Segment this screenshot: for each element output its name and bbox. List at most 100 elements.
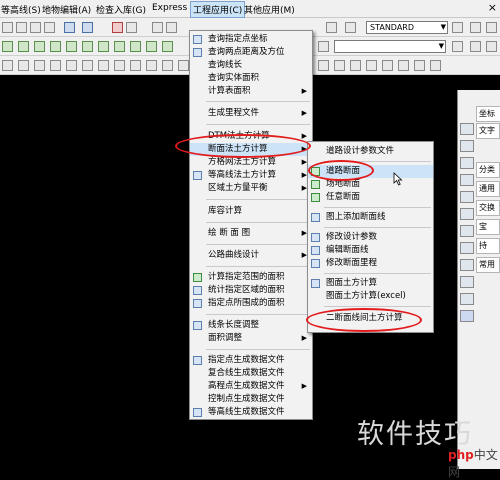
panel-tool-6-icon[interactable] xyxy=(460,208,474,220)
submenu-item-road-params[interactable]: 道路设计参数文件 xyxy=(308,145,433,158)
draw-tool-3-icon[interactable] xyxy=(34,41,45,52)
property-tool-8-icon[interactable] xyxy=(430,60,441,71)
modify-tool-9-icon[interactable] xyxy=(130,60,141,71)
menu-express[interactable]: Express xyxy=(152,3,187,13)
draw-tool-8-icon[interactable] xyxy=(114,41,125,52)
draw-tool-11-icon[interactable] xyxy=(162,41,173,52)
panel-item-category[interactable]: 分类 xyxy=(476,162,500,178)
panel-tool-7-icon[interactable] xyxy=(460,225,474,237)
panel-tool-1-icon[interactable] xyxy=(460,123,474,135)
modify-tool-12-icon[interactable] xyxy=(178,60,189,71)
table-style-icon[interactable] xyxy=(470,22,481,33)
style-manager-icon[interactable] xyxy=(452,22,463,33)
submenu-item-edit-section-line[interactable]: 编辑断面线 xyxy=(308,244,433,257)
submenu-item-edit-params[interactable]: 修改设计参数 xyxy=(308,231,433,244)
zoom-icon[interactable] xyxy=(2,22,13,33)
panel-item-text[interactable]: 文字 xyxy=(476,123,500,139)
submenu-item-map-earthwork[interactable]: 图面土方计算 xyxy=(308,277,433,290)
text-style-combo[interactable]: STANDARD ▼ xyxy=(366,21,448,34)
property-tool-2-icon[interactable] xyxy=(334,60,345,71)
menu-item-query-area[interactable]: 查询实体面积 xyxy=(190,72,312,85)
menu-item-contour-datafile[interactable]: 等高线生成数据文件 xyxy=(190,406,312,419)
menu-item-road-curve[interactable]: 公路曲线设计 ▶ xyxy=(190,249,312,262)
modify-tool-2-icon[interactable] xyxy=(18,60,29,71)
property-tool-1-icon[interactable] xyxy=(318,60,329,71)
menu-item-grid-earthwork[interactable]: 方格网法土方计算 ▶ xyxy=(190,156,312,169)
menu-item-contour-earthwork[interactable]: 等高线法土方计算 ▶ xyxy=(190,169,312,182)
move-icon[interactable] xyxy=(166,22,177,33)
menu-item-control-datafile[interactable]: 控制点生成数据文件 xyxy=(190,393,312,406)
draw-tool-7-icon[interactable] xyxy=(98,41,109,52)
modify-tool-10-icon[interactable] xyxy=(146,60,157,71)
zoom-out-icon[interactable] xyxy=(30,22,41,33)
modify-tool-4-icon[interactable] xyxy=(50,60,61,71)
modify-tool-1-icon[interactable] xyxy=(2,60,13,71)
pencil-icon[interactable] xyxy=(152,22,163,33)
menu-item-reservoir[interactable]: 库容计算 xyxy=(190,205,312,218)
menu-item-mileage-file[interactable]: 生成里程文件 ▶ xyxy=(190,107,312,120)
property-tool-7-icon[interactable] xyxy=(414,60,425,71)
menu-item-polyline-datafile[interactable]: 复合线生成数据文件 xyxy=(190,367,312,380)
panel-item-hold[interactable]: 持 xyxy=(476,238,500,254)
lineweight-icon[interactable] xyxy=(486,41,497,52)
modify-tool-5-icon[interactable] xyxy=(66,60,77,71)
panel-tool-10-icon[interactable] xyxy=(460,276,474,288)
menu-item-elevation-datafile[interactable]: 高程点生成数据文件 ▶ xyxy=(190,380,312,393)
panel-tool-5-icon[interactable] xyxy=(460,191,474,203)
draw-tool-6-icon[interactable] xyxy=(82,41,93,52)
linetype-icon[interactable] xyxy=(470,41,481,52)
layer-combo[interactable]: ▼ xyxy=(334,40,446,53)
close-icon[interactable]: × xyxy=(488,1,497,14)
undo-icon[interactable] xyxy=(64,22,75,33)
panel-tab-coordinates[interactable]: 坐标 xyxy=(476,106,500,122)
text-style-icon[interactable] xyxy=(326,22,337,33)
draw-tool-1-icon[interactable] xyxy=(2,41,13,52)
panel-item-exchange[interactable]: 交换 xyxy=(476,200,500,216)
menu-item-line-length[interactable]: 线条长度调整 xyxy=(190,319,312,332)
menu-other-apps[interactable]: 其他应用(M) xyxy=(244,3,295,16)
layer-tool-icon[interactable] xyxy=(318,41,329,52)
draw-tool-4-icon[interactable] xyxy=(50,41,61,52)
menu-item-query-length[interactable]: 查询线长 xyxy=(190,59,312,72)
panel-item-common[interactable]: 常用 xyxy=(476,257,500,273)
properties-icon[interactable] xyxy=(112,22,123,33)
panel-tool-11-icon[interactable] xyxy=(460,293,474,305)
submenu-item-add-section-line[interactable]: 图上添加断面线 xyxy=(308,211,433,224)
panel-tool-2-icon[interactable] xyxy=(460,140,474,152)
modify-tool-8-icon[interactable] xyxy=(114,60,125,71)
dimension-icon[interactable] xyxy=(345,22,356,33)
property-tool-5-icon[interactable] xyxy=(382,60,393,71)
multileader-icon[interactable] xyxy=(486,22,497,33)
draw-tool-9-icon[interactable] xyxy=(130,41,141,52)
panel-tool-8-icon[interactable] xyxy=(460,242,474,254)
modify-tool-11-icon[interactable] xyxy=(162,60,173,71)
zoom-in-icon[interactable] xyxy=(16,22,27,33)
draw-tool-10-icon[interactable] xyxy=(146,41,157,52)
layer-icon[interactable] xyxy=(126,22,137,33)
menu-item-query-distance[interactable]: 查询两点距离及方位 xyxy=(190,46,312,59)
color-icon[interactable] xyxy=(452,41,463,52)
submenu-item-edit-mileage[interactable]: 修改断面里程 xyxy=(308,257,433,270)
menu-item-point-area[interactable]: 指定点所围成的面积 xyxy=(190,297,312,310)
panel-item-treasure[interactable]: 宝 xyxy=(476,219,500,235)
menu-check-import[interactable]: 检查入库(G) xyxy=(96,3,146,16)
menu-contour[interactable]: 等高线(S) xyxy=(1,3,41,16)
property-tool-4-icon[interactable] xyxy=(366,60,377,71)
menu-item-earthwork-balance[interactable]: 区域土方量平衡 ▶ xyxy=(190,182,312,195)
modify-tool-7-icon[interactable] xyxy=(98,60,109,71)
menu-feature-edit[interactable]: 地物编辑(A) xyxy=(42,3,91,16)
panel-item-general[interactable]: 通用 xyxy=(476,181,500,197)
menu-item-region-area[interactable]: 统计指定区域的面积 xyxy=(190,284,312,297)
draw-tool-5-icon[interactable] xyxy=(66,41,77,52)
panel-tool-12-icon[interactable] xyxy=(460,310,474,322)
panel-tool-3-icon[interactable] xyxy=(460,157,474,169)
menu-item-draw-section[interactable]: 绘 断 面 图 ▶ xyxy=(190,227,312,240)
submenu-item-any-section[interactable]: 任意断面 xyxy=(308,191,433,204)
panel-tool-9-icon[interactable] xyxy=(460,259,474,271)
modify-tool-3-icon[interactable] xyxy=(34,60,45,71)
redo-icon[interactable] xyxy=(82,22,93,33)
menu-item-query-coordinates[interactable]: 查询指定点坐标 xyxy=(190,33,312,46)
property-tool-3-icon[interactable] xyxy=(350,60,361,71)
property-tool-6-icon[interactable] xyxy=(398,60,409,71)
zoom-window-icon[interactable] xyxy=(44,22,55,33)
